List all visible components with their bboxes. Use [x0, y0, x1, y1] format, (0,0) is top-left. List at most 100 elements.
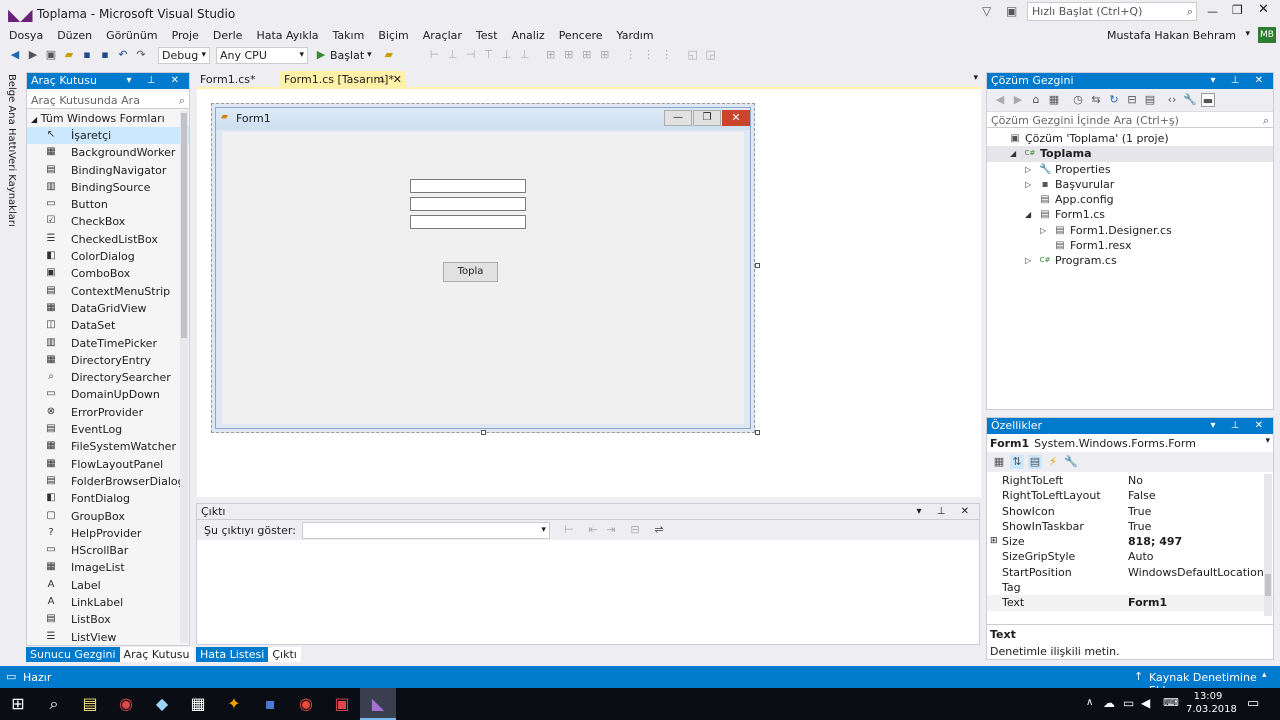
network-icon[interactable]: ▭	[1123, 696, 1134, 710]
toolbox-item[interactable]: ▤ FolderBrowserDialog	[27, 473, 189, 490]
app-icon[interactable]: ✦	[216, 688, 252, 720]
close-button[interactable]: ✕	[1258, 2, 1269, 17]
switch-views-icon[interactable]: ▦	[1047, 93, 1061, 107]
chevron-down-icon[interactable]: ▾	[367, 50, 372, 60]
windows-start-icon[interactable]: ⊞	[0, 688, 36, 720]
tree-item[interactable]: ◢ ▤ Form1.cs	[987, 207, 1273, 222]
toolbox-scrollbar[interactable]	[180, 111, 188, 643]
toolbox-item[interactable]: ⊗ ErrorProvider	[27, 404, 189, 421]
textbox-2[interactable]	[410, 197, 526, 211]
property-value[interactable]: 818; 497	[1128, 534, 1182, 549]
toolbox-item[interactable]: ▭ Button	[27, 196, 189, 213]
panel-controls[interactable]: ▾ ⊥ ✕	[1211, 418, 1269, 434]
property-value[interactable]: Form1	[1128, 595, 1167, 610]
panel-controls[interactable]: ▾ ⊥ ✕	[1211, 73, 1269, 89]
back-icon[interactable]: ◀	[8, 48, 22, 62]
textbox-3[interactable]	[410, 215, 526, 229]
bring-front-icon[interactable]: ◱	[686, 48, 700, 62]
tree-item[interactable]: ◢ C# Toplama	[987, 146, 1273, 162]
solution-search-input[interactable]: Çözüm Gezgini İçinde Ara (Ctrl+ş) ⌕	[987, 111, 1273, 128]
toolbox-item[interactable]: ▦ ImageList	[27, 559, 189, 576]
topla-button[interactable]: Topla	[443, 262, 498, 282]
tab-server-explorer[interactable]: Sunucu Gezgini	[26, 646, 120, 662]
menu-item[interactable]: Analiz	[505, 28, 552, 44]
chevron-down-icon[interactable]: ▾	[973, 73, 978, 83]
chrome-icon[interactable]: ◉	[288, 688, 324, 720]
menu-item[interactable]: Görünüm	[99, 28, 164, 44]
toolbox-item[interactable]: ☑ CheckBox	[27, 213, 189, 230]
align-middle-icon[interactable]: ⊥	[500, 48, 514, 62]
filter-icon[interactable]: ▽	[982, 4, 991, 18]
tree-item[interactable]: ▷ ▤ Form1.Designer.cs	[987, 223, 1273, 238]
minimize-button[interactable]: —	[1207, 5, 1218, 18]
tree-item[interactable]: ▤ App.config	[987, 192, 1273, 207]
config-select[interactable]: Debug	[158, 46, 210, 64]
property-row[interactable]: ⊞ Size 818; 497	[987, 534, 1273, 549]
property-row[interactable]: RightToLeftLayout False	[987, 488, 1273, 503]
toolbox-item[interactable]: ▥ BindingSource	[27, 179, 189, 196]
align-top-icon[interactable]: ⊤	[482, 48, 496, 62]
tab-output[interactable]: Çıktı	[268, 646, 301, 662]
same-width-icon[interactable]: ⊞	[544, 48, 558, 62]
expand-arrow-icon[interactable]: ▷	[1040, 223, 1046, 238]
resize-handle-bottom[interactable]	[481, 430, 486, 435]
form-selection[interactable]: ▰ Form1 — ❐ ✕ Topla	[211, 103, 755, 433]
goto-icon[interactable]: ⊢	[562, 523, 576, 537]
expand-arrow-icon[interactable]: ▷	[1025, 177, 1031, 192]
events-icon[interactable]: ⚡	[1046, 455, 1060, 469]
toolbox-item[interactable]: ▥ DateTimePicker	[27, 335, 189, 352]
new-project-icon[interactable]: ▣	[44, 48, 58, 62]
menu-item[interactable]: Araçlar	[416, 28, 469, 44]
notepad-icon[interactable]: ▤	[72, 688, 108, 720]
expand-arrow-icon[interactable]: ▷	[1025, 253, 1031, 268]
menu-item[interactable]: Derle	[206, 28, 250, 44]
toolbox-item[interactable]: ▦ DataGridView	[27, 300, 189, 317]
toolbox-group[interactable]: ◢ Tüm Windows Formları	[27, 111, 189, 127]
toolbox-item[interactable]: ▤ BindingNavigator	[27, 162, 189, 179]
resize-handle-right[interactable]	[755, 263, 760, 268]
chevron-up-icon[interactable]: ▴	[1262, 670, 1267, 680]
textbox-1[interactable]	[410, 179, 526, 193]
menu-item[interactable]: Dosya	[2, 28, 50, 44]
toolbox-item[interactable]: ⌕ DirectorySearcher	[27, 369, 189, 386]
view-code-icon[interactable]: ‹›	[1165, 93, 1179, 107]
send-back-icon[interactable]: ◲	[704, 48, 718, 62]
search-icon[interactable]: ⌕	[36, 688, 72, 720]
toolbox-item[interactable]: ◧ ColorDialog	[27, 248, 189, 265]
save-icon[interactable]: ▪	[80, 48, 94, 62]
properties-wrench-icon[interactable]: 🔧	[1183, 93, 1197, 107]
property-row[interactable]: Tag	[987, 580, 1273, 595]
property-row[interactable]: Text Form1	[987, 595, 1273, 611]
toolbox-item[interactable]: ▣ ComboBox	[27, 265, 189, 282]
clear-all-icon[interactable]: ⊟	[628, 523, 642, 537]
chevron-up-icon[interactable]: ∧	[1086, 697, 1093, 708]
sync-icon[interactable]: ⇆	[1089, 93, 1103, 107]
tree-item[interactable]: ▤ Form1.resx	[987, 238, 1273, 253]
toolbox-item[interactable]: ▦ BackgroundWorker	[27, 144, 189, 161]
menu-item[interactable]: Pencere	[552, 28, 610, 44]
property-row[interactable]: RightToLeft No	[987, 473, 1273, 488]
property-value[interactable]: False	[1128, 488, 1156, 503]
property-value[interactable]: True	[1128, 519, 1151, 534]
properties-scrollbar[interactable]	[1264, 474, 1272, 616]
toolbox-item[interactable]: ▤ EventLog	[27, 421, 189, 438]
avatar[interactable]: MB	[1258, 27, 1276, 43]
align-center-icon[interactable]: ⊥	[446, 48, 460, 62]
property-value[interactable]: No	[1128, 473, 1143, 488]
expand-icon[interactable]: ⊞	[990, 534, 998, 549]
word-wrap-icon[interactable]: ⇌	[652, 523, 666, 537]
spacing-icon[interactable]: ⋮	[660, 48, 674, 62]
home-icon[interactable]: ⌂	[1029, 93, 1043, 107]
toolbox-item[interactable]: ◧ FontDialog	[27, 490, 189, 507]
tab-error-list[interactable]: Hata Listesi	[196, 646, 269, 662]
property-row[interactable]: ShowIcon True	[987, 504, 1273, 519]
tree-item[interactable]: ▷ C# Program.cs	[987, 253, 1273, 268]
forward-icon[interactable]: ▶	[26, 48, 40, 62]
toolbox-item[interactable]: ▤ ContextMenuStrip	[27, 283, 189, 300]
toolbox-item[interactable]: ▦ DirectoryEntry	[27, 352, 189, 369]
panel-controls[interactable]: ▾ ⊥ ✕	[127, 73, 185, 89]
tree-item[interactable]: ▷ ▪ Başvurular	[987, 177, 1273, 192]
browser-link-icon[interactable]: ▰	[382, 48, 396, 62]
property-value[interactable]: WindowsDefaultLocation	[1128, 565, 1264, 580]
property-value[interactable]: True	[1128, 504, 1151, 519]
